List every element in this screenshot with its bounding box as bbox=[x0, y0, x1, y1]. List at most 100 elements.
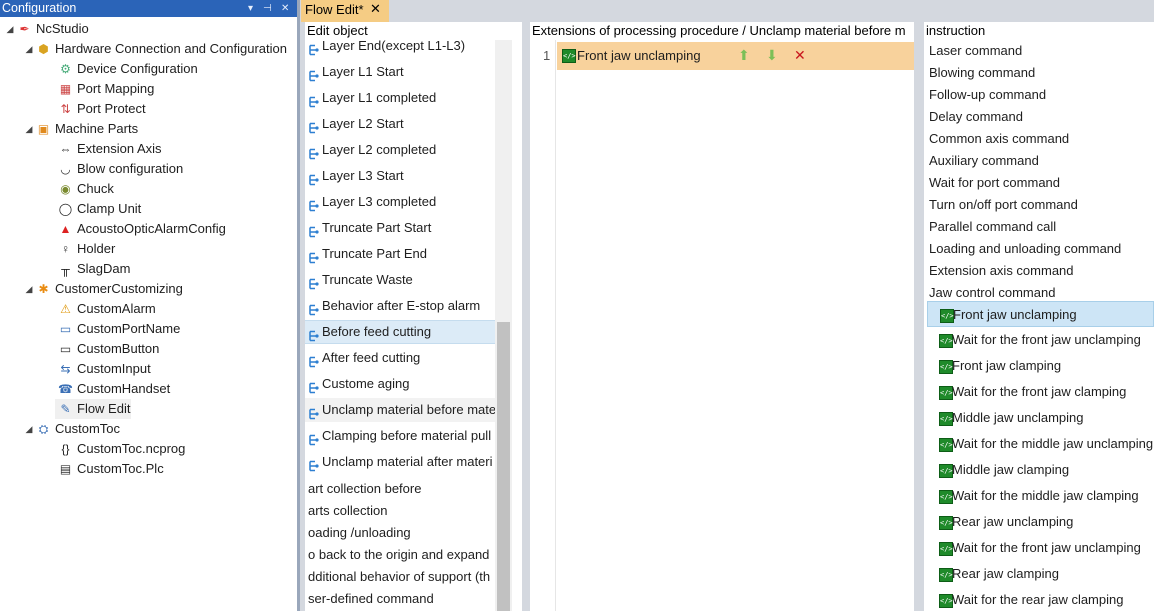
instruction-category[interactable]: Blowing command bbox=[924, 62, 1154, 84]
edit-object-item[interactable]: Layer L1 completed bbox=[305, 86, 495, 110]
edit-object-item-label: After feed cutting bbox=[322, 350, 421, 365]
edit-object-item-label: arts collection bbox=[308, 503, 388, 518]
edit-object-item[interactable]: Truncate Waste bbox=[305, 268, 495, 292]
tab-flow-edit[interactable]: Flow Edit* ✕ bbox=[301, 0, 389, 22]
tree-item-label: CustomToc bbox=[55, 421, 121, 436]
flow-icon bbox=[308, 404, 320, 420]
edit-object-item[interactable]: art collection before bbox=[305, 477, 495, 501]
extension-row[interactable]: </> Front jaw unclamping ⬆ ⬇ ✕ bbox=[557, 42, 914, 70]
instruction-category[interactable]: Auxiliary command bbox=[924, 150, 1154, 172]
move-up-icon[interactable]: ⬆ bbox=[738, 47, 750, 63]
tree-expander-icon[interactable]: ◢ bbox=[4, 19, 16, 39]
edit-object-item[interactable]: Layer L2 completed bbox=[305, 138, 495, 162]
tree-item-label: Holder bbox=[77, 241, 116, 256]
instruction-category[interactable]: Parallel command call bbox=[924, 216, 1154, 238]
move-down-icon[interactable]: ⬇ bbox=[766, 47, 778, 63]
jaw-command-item[interactable]: </> Middle jaw unclamping bbox=[927, 405, 1154, 431]
close-icon[interactable]: ✕ bbox=[281, 0, 289, 17]
instruction-category[interactable]: Loading and unloading command bbox=[924, 238, 1154, 260]
edit-object-header: Edit object bbox=[307, 23, 368, 38]
edit-object-item-label: art collection before bbox=[308, 481, 422, 496]
flow-icon bbox=[308, 40, 320, 56]
edit-object-item[interactable]: Layer End(except L1-L3) bbox=[305, 40, 495, 58]
edit-object-item-label: Layer L1 completed bbox=[322, 90, 437, 105]
jaw-command-item[interactable]: </> Rear jaw clamping bbox=[927, 561, 1154, 587]
jaw-command-item[interactable]: </> Front jaw unclamping bbox=[927, 301, 1154, 327]
configuration-panel-header: Configuration ▾ ⊣ ✕ bbox=[0, 0, 297, 17]
tree-expander-icon[interactable]: ◢ bbox=[23, 39, 35, 59]
instruction-pane: instruction Laser command Blowing command… bbox=[924, 22, 1154, 611]
edit-object-item[interactable]: Truncate Part Start bbox=[305, 216, 495, 240]
tree-item-label: Chuck bbox=[77, 181, 114, 196]
edit-object-item-label: Truncate Waste bbox=[322, 272, 413, 287]
tree-item-label: Hardware Connection and Configuration bbox=[55, 41, 287, 56]
instruction-category[interactable]: Common axis command bbox=[924, 128, 1154, 150]
edit-object-item[interactable]: oading /unloading bbox=[305, 521, 495, 545]
edit-object-item[interactable]: ser-defined command bbox=[305, 587, 495, 611]
instruction-category-label: Laser command bbox=[929, 43, 1023, 58]
edit-object-item[interactable]: After feed cutting bbox=[305, 346, 495, 370]
tree-expander-icon[interactable]: ◢ bbox=[23, 419, 35, 439]
flow-icon bbox=[308, 378, 320, 394]
tree-expander-icon[interactable]: ◢ bbox=[23, 119, 35, 139]
command-icon: </> bbox=[939, 334, 953, 348]
edit-object-item[interactable]: Before feed cutting bbox=[305, 320, 495, 344]
clamp-icon: ◯ bbox=[58, 202, 73, 216]
instruction-category[interactable]: Delay command bbox=[924, 106, 1154, 128]
tree-item-label: CustomToc.ncprog bbox=[77, 441, 186, 456]
edit-object-item[interactable]: Unclamp material before mate bbox=[305, 398, 495, 422]
jaw-command-item[interactable]: </> Wait for the front jaw unclamping bbox=[927, 535, 1154, 561]
edit-object-scrollbar[interactable] bbox=[495, 40, 512, 611]
edit-object-item[interactable]: arts collection bbox=[305, 499, 495, 523]
jaw-command-item[interactable]: </> Wait for the front jaw clamping bbox=[927, 379, 1154, 405]
tab-close-icon[interactable]: ✕ bbox=[370, 1, 381, 17]
edit-object-item-label: Unclamp material after materi bbox=[322, 454, 493, 469]
edit-object-item-label: Layer L1 Start bbox=[322, 64, 404, 79]
instruction-category[interactable]: Turn on/off port command bbox=[924, 194, 1154, 216]
jaw-command-item[interactable]: </> Wait for the front jaw unclamping bbox=[927, 327, 1154, 353]
edit-object-item-label: Custome aging bbox=[322, 376, 410, 391]
tab-strip: Flow Edit* ✕ bbox=[300, 0, 1154, 22]
instruction-category[interactable]: Wait for port command bbox=[924, 172, 1154, 194]
jaw-command-label: Wait for the rear jaw clamping bbox=[952, 592, 1124, 607]
command-icon: </> bbox=[939, 594, 953, 608]
edit-object-item[interactable]: dditional behavior of support (th bbox=[305, 565, 495, 589]
edit-object-item[interactable]: Unclamp material after materi bbox=[305, 450, 495, 474]
jaw-command-item[interactable]: </> Middle jaw clamping bbox=[927, 457, 1154, 483]
edit-object-item[interactable]: Layer L3 Start bbox=[305, 164, 495, 188]
instruction-category[interactable]: Extension axis command bbox=[924, 260, 1154, 282]
instruction-category-label: Parallel command call bbox=[929, 219, 1057, 234]
edit-object-item[interactable]: Custome aging bbox=[305, 372, 495, 396]
instruction-category[interactable]: Follow-up command bbox=[924, 84, 1154, 106]
pin-icon[interactable]: ⊣ bbox=[263, 0, 272, 17]
jaw-command-item[interactable]: </> Wait for the middle jaw clamping bbox=[927, 483, 1154, 509]
tree-item-label: Device Configuration bbox=[77, 61, 198, 76]
edit-object-scroll-thumb[interactable] bbox=[497, 322, 510, 611]
tree-expander-icon[interactable]: ◢ bbox=[23, 279, 35, 299]
edit-object-item-label: Before feed cutting bbox=[322, 324, 432, 339]
tree-item-label: Port Protect bbox=[77, 101, 146, 116]
instruction-category[interactable]: Laser command bbox=[924, 40, 1154, 62]
jaw-command-item[interactable]: </> Wait for the middle jaw unclamping bbox=[927, 431, 1154, 457]
edit-object-pane: Edit object Layer End(except L1-L3) Layer… bbox=[305, 22, 522, 611]
jaw-command-label: Rear jaw clamping bbox=[952, 566, 1059, 581]
tree-item-label: CustomToc.Plc bbox=[77, 461, 164, 476]
jaw-command-label: Rear jaw unclamping bbox=[952, 514, 1074, 529]
edit-object-item[interactable]: Clamping before material pull bbox=[305, 424, 495, 448]
flow-icon bbox=[308, 352, 320, 368]
dropdown-icon[interactable]: ▾ bbox=[248, 0, 253, 17]
edit-object-item[interactable]: Layer L3 completed bbox=[305, 190, 495, 214]
jaw-command-item[interactable]: </> Wait for the rear jaw clamping bbox=[927, 587, 1154, 613]
jaw-command-item[interactable]: </> Rear jaw unclamping bbox=[927, 509, 1154, 535]
edit-object-item[interactable]: o back to the origin and expand bbox=[305, 543, 495, 567]
blow-icon: ◡ bbox=[60, 162, 71, 176]
edit-object-item[interactable]: Behavior after E-stop alarm bbox=[305, 294, 495, 318]
tree-item[interactable]: ✎ Flow Edit bbox=[55, 399, 131, 419]
instruction-category-label: Loading and unloading command bbox=[929, 241, 1122, 256]
edit-object-item[interactable]: Layer L1 Start bbox=[305, 60, 495, 84]
edit-object-item[interactable]: Layer L2 Start bbox=[305, 112, 495, 136]
delete-icon[interactable]: ✕ bbox=[794, 47, 806, 63]
handset-icon: ☎ bbox=[58, 382, 73, 396]
jaw-command-item[interactable]: </> Front jaw clamping bbox=[927, 353, 1154, 379]
edit-object-item[interactable]: Truncate Part End bbox=[305, 242, 495, 266]
